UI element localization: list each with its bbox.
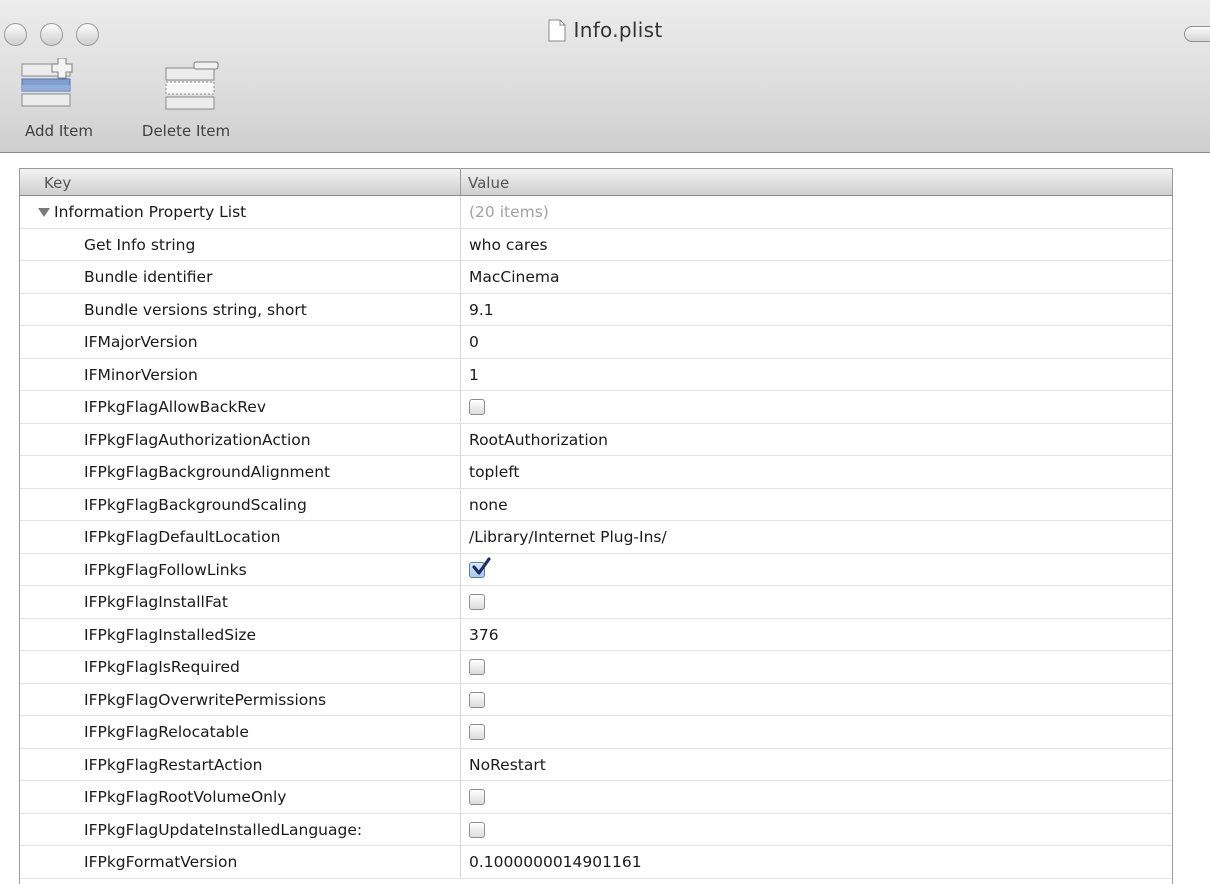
key-cell[interactable]: IFPkgFlagRestartAction (20, 748, 461, 781)
key-cell[interactable]: Get Info string (20, 228, 461, 261)
boolean-checkbox[interactable] (469, 789, 485, 805)
table-row[interactable]: IFPkgFlagRestartAction NoRestart (20, 748, 1172, 781)
table-row[interactable]: IFPkgFlagRootVolumeOnly (20, 781, 1172, 814)
table-row[interactable]: IFPkgFlagBackgroundAlignment topleft (20, 456, 1172, 489)
value-cell[interactable]: /Library/Internet Plug-Ins/ (469, 521, 1159, 553)
boolean-checkbox[interactable] (469, 594, 485, 610)
table-header: Key Value (20, 169, 1172, 196)
boolean-checkbox[interactable] (469, 724, 485, 740)
value-cell[interactable]: 376 (469, 619, 1159, 651)
key-cell[interactable]: IFPkgFlagRelocatable (20, 716, 461, 748)
boolean-checkbox[interactable] (469, 659, 485, 675)
table-row[interactable]: IFPkgFlagBackgroundScaling none (20, 488, 1172, 521)
value-cell[interactable]: MacCinema (469, 261, 1159, 293)
key-cell[interactable]: IFPkgFlagIsRequired (20, 651, 461, 683)
value-cell[interactable]: 0.1000000014901161 (469, 846, 1159, 878)
value-cell[interactable] (469, 781, 1159, 813)
toolbar-toggle-button[interactable] (1184, 26, 1210, 42)
value-cell[interactable] (469, 651, 1159, 683)
value-cell[interactable]: topleft (469, 456, 1159, 488)
key-cell[interactable]: IFPkgFlagInstallFat (20, 586, 461, 618)
table-row-root[interactable]: Information Property List (20 items) (20, 196, 1172, 229)
window-title: Info.plist (573, 18, 663, 42)
key-cell[interactable]: IFPkgFlagRootVolumeOnly (20, 781, 461, 813)
value-cell[interactable]: RootAuthorization (469, 424, 1159, 456)
value-cell[interactable]: NoRestart (469, 749, 1159, 781)
value-cell[interactable] (469, 684, 1159, 716)
key-cell[interactable]: Bundle identifier (20, 261, 461, 293)
key-cell[interactable]: IFPkgFlagDefaultLocation (20, 521, 461, 553)
boolean-checkbox[interactable] (469, 556, 491, 578)
value-cell[interactable]: none (469, 489, 1159, 521)
delete-item-label: Delete Item (141, 122, 231, 140)
value-cell[interactable]: who cares (469, 229, 1159, 261)
column-header-value[interactable]: Value (462, 169, 1172, 195)
key-cell[interactable]: IFPkgFlagUpdateInstalledLanguage: (20, 813, 461, 846)
table-row[interactable]: IFPkgFlagAllowBackRev (20, 391, 1172, 424)
key-cell[interactable]: IFPkgFlagBackgroundScaling (20, 488, 461, 521)
boolean-checkbox[interactable] (469, 691, 485, 708)
key-cell[interactable]: IFPkgFlagInstalledSize (20, 618, 461, 651)
delete-item-button[interactable]: Delete Item (120, 58, 252, 148)
table-row[interactable]: IFPkgFlagRelocatable (20, 716, 1172, 749)
table-row[interactable]: Bundle identifier MacCinema (20, 261, 1172, 294)
window-titlebar: Info.plist (0, 18, 1210, 52)
key-cell[interactable]: IFPkgFlagOverwritePermissions (20, 683, 461, 716)
table-row[interactable]: IFPkgFormatVersion 0.1000000014901161 (20, 846, 1172, 879)
table-row[interactable]: IFPkgFlagInstallFat (20, 586, 1172, 619)
table-row[interactable]: IFMinorVersion 1 (20, 358, 1172, 391)
value-cell[interactable] (469, 554, 1159, 586)
window-toolbar: Info.plist Add Item Delete Item (0, 0, 1210, 153)
table-row[interactable]: IFPkgFlagAuthorizationAction RootAuthoriz… (20, 423, 1172, 456)
value-cell[interactable] (469, 586, 1159, 618)
boolean-checkbox[interactable] (469, 821, 485, 838)
key-cell[interactable]: IFPkgFormatVersion (20, 846, 461, 878)
key-cell[interactable]: IFPkgFlagAllowBackRev (20, 391, 461, 423)
key-cell[interactable]: IFPkgFlagFollowLinks (20, 553, 461, 586)
delete-item-icon (165, 61, 219, 110)
plist-table: Key Value Information Property List (20 … (19, 168, 1173, 884)
table-row[interactable]: IFPkgFlagInstalledSize 376 (20, 618, 1172, 651)
add-item-button[interactable]: Add Item (0, 58, 118, 148)
key-cell[interactable]: IFPkgFlagAuthorizationAction (20, 423, 461, 456)
value-cell[interactable] (469, 716, 1159, 748)
disclosure-triangle-icon[interactable] (38, 208, 50, 217)
add-item-icon (21, 58, 73, 107)
root-key-label: Information Property List (54, 203, 247, 221)
key-cell[interactable]: IFMinorVersion (20, 358, 461, 391)
value-cell[interactable] (469, 814, 1159, 846)
table-row[interactable]: IFPkgFlagDefaultLocation/Library/Interne… (20, 521, 1172, 554)
table-row[interactable]: IFPkgFlagIsRequired (20, 651, 1172, 684)
root-value-cell: (20 items) (469, 203, 549, 221)
table-row[interactable]: Get Info string who cares (20, 228, 1172, 261)
value-cell[interactable]: 1 (469, 359, 1159, 391)
boolean-checkbox[interactable] (469, 399, 485, 415)
document-icon (548, 19, 566, 42)
root-key-cell[interactable]: Information Property List (20, 196, 461, 228)
value-cell[interactable]: 0 (469, 326, 1159, 358)
value-cell[interactable]: 9.1 (469, 294, 1159, 326)
key-cell[interactable]: Bundle versions string, short (20, 293, 461, 326)
add-item-label: Add Item (25, 122, 93, 140)
column-header-key[interactable]: Key (20, 169, 461, 195)
value-cell[interactable] (469, 391, 1159, 423)
table-body: Information Property List (20 items) Get… (20, 196, 1172, 879)
table-row[interactable]: IFPkgFlagOverwritePermissions (20, 683, 1172, 716)
table-row[interactable]: IFPkgFlagUpdateInstalledLanguage: (20, 813, 1172, 846)
table-row[interactable]: IFPkgFlagFollowLinks (20, 553, 1172, 586)
checkmark-icon (472, 556, 491, 575)
key-cell[interactable]: IFMajorVersion (20, 326, 461, 358)
key-cell[interactable]: IFPkgFlagBackgroundAlignment (20, 456, 461, 488)
table-row[interactable]: Bundle versions string, short 9.1 (20, 293, 1172, 326)
table-row[interactable]: IFMajorVersion 0 (20, 326, 1172, 359)
